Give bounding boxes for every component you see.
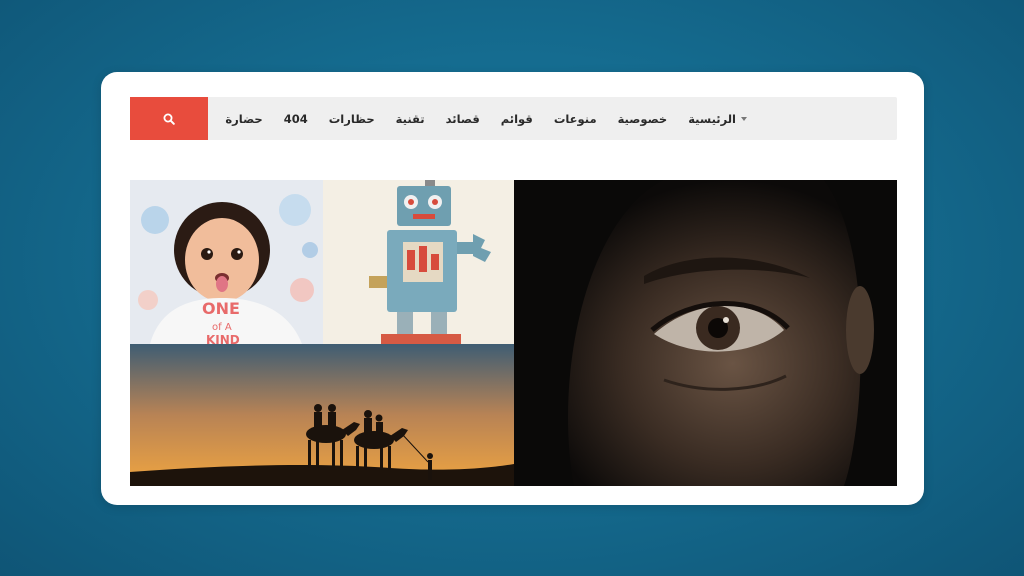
gallery-tile-camels[interactable] <box>130 344 514 486</box>
menu-item-404[interactable]: 404 <box>284 112 308 126</box>
main-menu: الرئيسية خصوصية منوعات قوائم قصائد تقنية… <box>225 97 747 140</box>
menu-item-misc[interactable]: منوعات <box>554 112 597 126</box>
menu-item-privacy[interactable]: خصوصية <box>618 112 668 126</box>
menu-item-label: تقنية <box>395 111 425 126</box>
gallery-tile-baby[interactable]: ONE of A KIND <box>130 180 323 344</box>
main-card: الرئيسية خصوصية منوعات قوائم قصائد تقنية… <box>101 72 924 505</box>
caret-down-icon <box>741 116 747 121</box>
robot-photo <box>323 180 514 344</box>
menu-item-label: قوائم <box>500 111 533 126</box>
baby-photo: ONE of A KIND <box>130 180 323 344</box>
menu-item-label: خصوصية <box>617 111 668 126</box>
menu-item-poems[interactable]: قصائد <box>446 112 480 126</box>
camels-photo <box>130 344 514 486</box>
gallery-tile-eye[interactable] <box>514 180 897 486</box>
shirt-text: KIND <box>206 333 240 344</box>
menu-item-label: حظارات <box>328 111 375 126</box>
menu-item-label: الرئيسية <box>688 111 736 126</box>
menu-item-civilization[interactable]: حضارة <box>225 112 262 126</box>
featured-gallery: ONE of A KIND <box>130 180 897 486</box>
menu-item-label: منوعات <box>553 111 597 126</box>
menu-item-label: قصائد <box>445 111 480 126</box>
search-icon <box>163 113 175 125</box>
eye-photo <box>514 180 897 486</box>
gallery-tile-robot[interactable] <box>323 180 514 344</box>
menu-item-home[interactable]: الرئيسية <box>688 112 747 126</box>
menu-item-lists[interactable]: قوائم <box>501 112 533 126</box>
menu-item-label: 404 <box>283 111 308 126</box>
menu-item-tech[interactable]: تقنية <box>396 112 425 126</box>
navbar: الرئيسية خصوصية منوعات قوائم قصائد تقنية… <box>130 97 897 140</box>
shirt-text: ONE <box>202 299 240 318</box>
shirt-text: of A <box>212 322 232 333</box>
menu-item-label: حضارة <box>225 111 263 126</box>
search-button[interactable] <box>130 97 208 140</box>
menu-item-hadarat[interactable]: حظارات <box>329 112 375 126</box>
